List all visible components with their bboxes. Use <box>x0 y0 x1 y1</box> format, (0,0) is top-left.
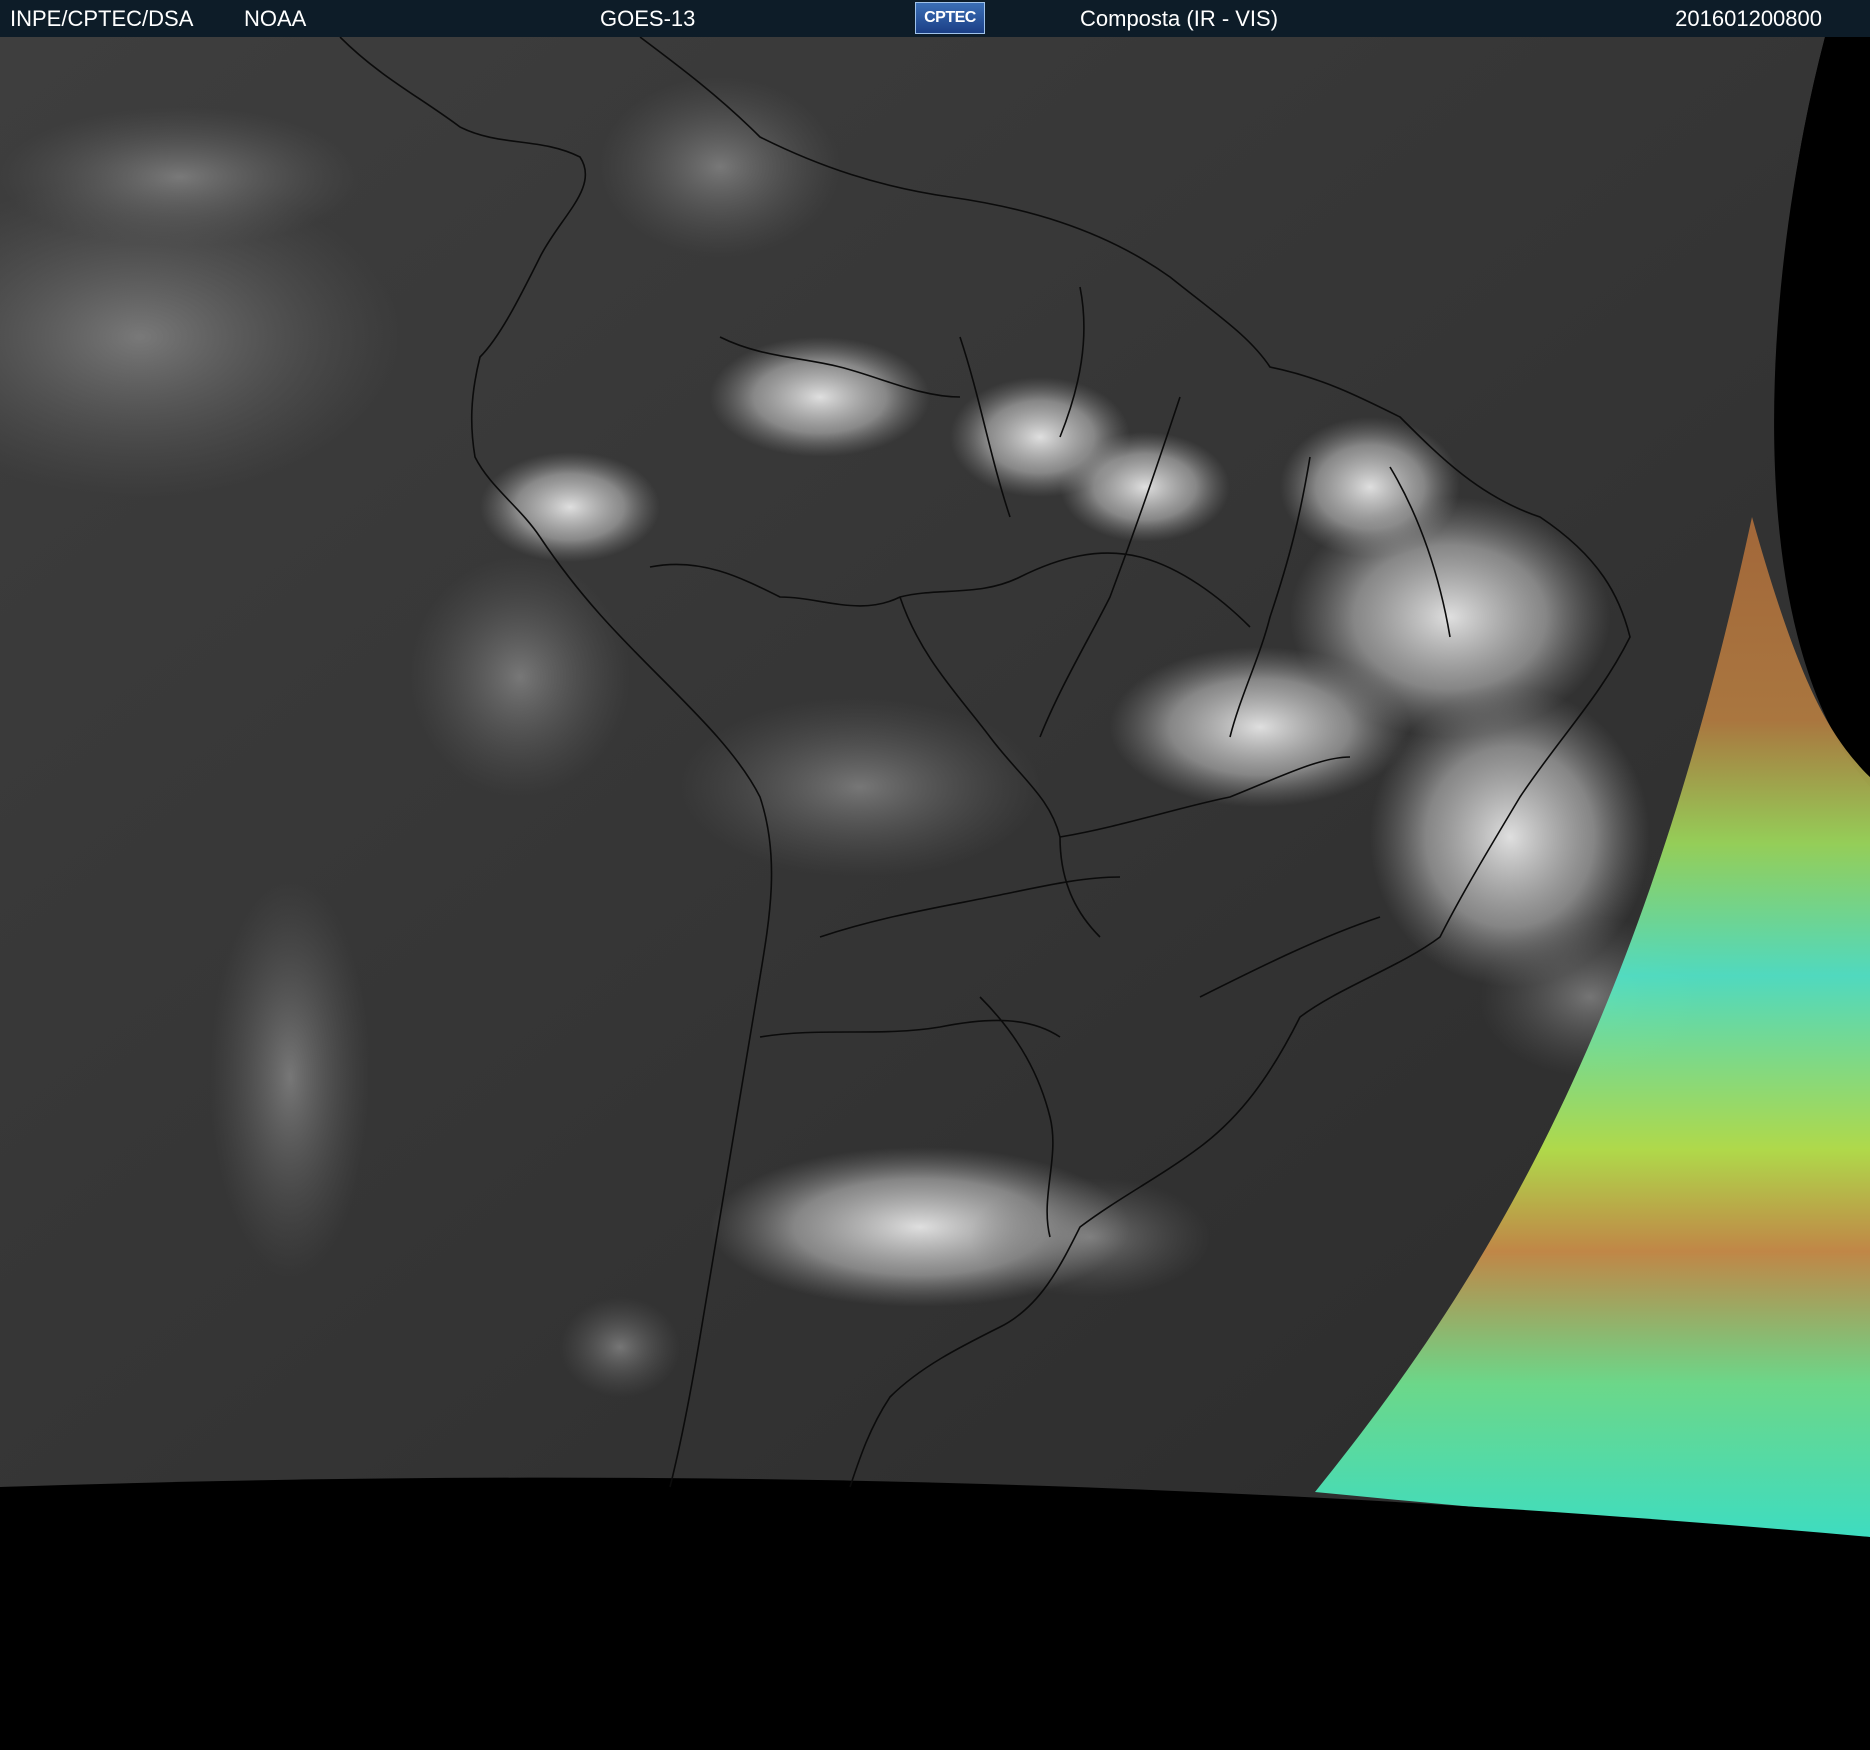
organization-label: INPE/CPTEC/DSA <box>10 6 194 31</box>
product-label: Composta (IR - VIS) <box>1080 6 1279 31</box>
satellite-image-page: INPE/CPTEC/DSA NOAA GOES-13 CPTEC Compos… <box>0 0 1870 1750</box>
datetime-label: 201601200800 <box>1675 6 1822 31</box>
header-bar: INPE/CPTEC/DSA NOAA GOES-13 CPTEC Compos… <box>0 0 1870 37</box>
satellite-imagery <box>0 37 1870 1750</box>
satellite-label: GOES-13 <box>600 6 696 31</box>
imagery-canvas <box>0 37 1870 1750</box>
cptec-logo-icon: CPTEC <box>915 2 985 34</box>
agency-label: NOAA <box>244 6 307 31</box>
space-bottom <box>0 1477 1870 1750</box>
logo-text: CPTEC <box>924 9 976 26</box>
